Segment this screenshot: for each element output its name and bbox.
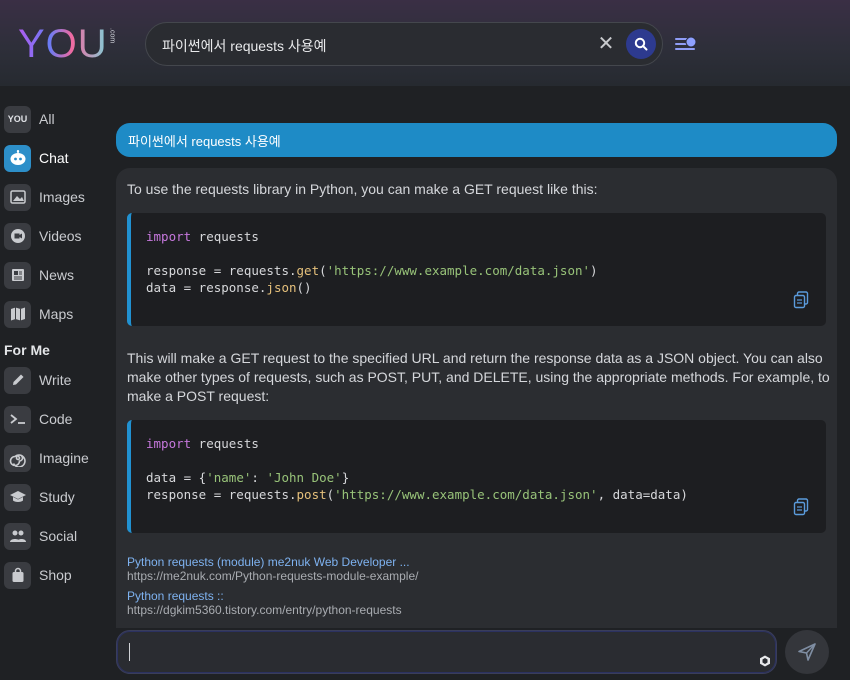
code-text: data = { (146, 470, 207, 485)
code-string: 'John Doe' (266, 470, 342, 485)
sidebar-item-label: Videos (39, 228, 82, 244)
chat-bot-icon (4, 144, 31, 172)
source-link-title[interactable]: Python requests :: (127, 589, 224, 603)
code-string: 'name' (206, 470, 252, 485)
source-link-url: https://dgkim5360.tistory.com/entry/pyth… (127, 603, 402, 617)
search-bar[interactable]: 파이썬에서 requests 사용예 ✕ (145, 22, 663, 66)
code-text: : (251, 470, 267, 485)
code-block-post: import requests data = {'name': 'John Do… (127, 420, 826, 533)
code-line: import requests (146, 436, 259, 451)
graduation-cap-icon (4, 483, 31, 511)
search-input[interactable]: 파이썬에서 requests 사용예 (162, 36, 327, 56)
sidebar-item-social[interactable]: Social (4, 522, 77, 550)
code-text: } (341, 470, 350, 485)
user-message-bubble: 파이썬에서 requests 사용예 (116, 123, 837, 157)
code-text: response = requests. (146, 487, 297, 502)
sidebar-item-shop[interactable]: Shop (4, 561, 72, 589)
code-keyword: import (146, 436, 192, 451)
terminal-icon (4, 405, 31, 433)
code-string: 'https://www.example.com/data.json' (326, 263, 591, 278)
sidebar-item-all[interactable]: YOU All (4, 105, 55, 133)
search-icon (634, 37, 648, 51)
code-text: ) (590, 263, 598, 278)
code-text: response = requests. (146, 263, 297, 278)
code-text: data = response. (146, 280, 267, 295)
answer-intro: To use the requests library in Python, y… (127, 181, 598, 197)
sidebar-item-study[interactable]: Study (4, 483, 75, 511)
send-button[interactable] (785, 630, 829, 674)
sidebar-item-write[interactable]: Write (4, 366, 71, 394)
extension-badge-icon[interactable] (759, 655, 771, 667)
sidebar-item-label: Maps (39, 306, 74, 322)
assistant-answer: To use the requests library in Python, y… (116, 168, 837, 628)
clear-search-icon[interactable]: ✕ (596, 33, 616, 55)
answer-paragraph-line-3: make a POST request: (127, 388, 270, 404)
you-logo[interactable]: YOU .com (18, 24, 116, 64)
sidebar-item-label: Images (39, 189, 85, 205)
code-line: data = response.json() (146, 280, 312, 295)
code-text: requests (191, 229, 259, 244)
newspaper-icon (4, 261, 31, 289)
image-icon (4, 183, 31, 211)
search-button[interactable] (626, 29, 656, 59)
top-header: YOU .com 파이썬에서 requests 사용예 ✕ (0, 0, 850, 86)
spiral-icon (4, 444, 31, 472)
source-link-url: https://me2nuk.com/Python-requests-modul… (127, 569, 419, 583)
pencil-icon (4, 366, 31, 394)
code-string: 'https://www.example.com/data.json' (334, 487, 598, 502)
code-text: () (296, 280, 312, 295)
filter-settings-icon[interactable] (674, 33, 700, 55)
source-link-title[interactable]: Python requests (module) me2nuk Web Deve… (127, 555, 410, 569)
sidebar-item-label: Social (39, 528, 78, 544)
code-text: , data=data) (597, 487, 688, 502)
code-line: response = requests.post('https://www.ex… (146, 487, 688, 502)
chat-input[interactable] (116, 630, 777, 674)
sidebar-item-maps[interactable]: Maps (4, 300, 73, 328)
sidebar-item-news[interactable]: News (4, 261, 74, 289)
code-line: data = {'name': 'John Doe'} (146, 470, 349, 485)
sidebar-item-label: Code (39, 411, 73, 427)
sidebar-item-label: Imagine (39, 450, 89, 466)
you-icon-text: YOU (7, 114, 28, 124)
send-icon (798, 643, 816, 661)
sidebar-item-chat[interactable]: Chat (4, 144, 69, 172)
sidebar-item-label: News (39, 267, 75, 283)
logo-suffix: .com (108, 28, 116, 44)
sidebar-item-imagine[interactable]: Imagine (4, 444, 89, 472)
text-caret (129, 643, 130, 661)
copy-code-icon[interactable] (793, 498, 809, 516)
code-keyword: import (146, 229, 192, 244)
answer-paragraph-line-2: make other types of requests, such as PO… (127, 369, 830, 385)
code-function: get (296, 263, 320, 278)
sidebar-item-label: Shop (39, 567, 72, 583)
code-function: post (296, 487, 327, 502)
code-text: requests (191, 436, 259, 451)
sidebar-item-images[interactable]: Images (4, 183, 85, 211)
sidebar-item-code[interactable]: Code (4, 405, 72, 433)
sidebar-item-label: Chat (39, 150, 69, 166)
you-icon: YOU (4, 105, 31, 133)
shopping-bag-icon (4, 561, 31, 589)
people-icon (4, 522, 31, 550)
code-line: import requests (146, 229, 259, 244)
map-icon (4, 300, 31, 328)
section-title-for-me: For Me (4, 342, 50, 358)
user-message-text: 파이썬에서 requests 사용예 (128, 133, 281, 149)
code-block-get: import requests response = requests.get(… (127, 213, 826, 326)
sidebar-item-label: Write (39, 372, 72, 388)
code-line: response = requests.get('https://www.exa… (146, 263, 598, 278)
logo-text: YOU (18, 22, 108, 66)
video-icon (4, 222, 31, 250)
code-function: json (266, 280, 297, 295)
answer-paragraph-line-1: This will make a GET request to the spec… (127, 350, 823, 366)
sidebar-item-label: All (39, 111, 55, 127)
sidebar-item-label: Study (39, 489, 75, 505)
copy-code-icon[interactable] (793, 291, 809, 309)
code-text: ( (319, 263, 327, 278)
sidebar-item-videos[interactable]: Videos (4, 222, 82, 250)
